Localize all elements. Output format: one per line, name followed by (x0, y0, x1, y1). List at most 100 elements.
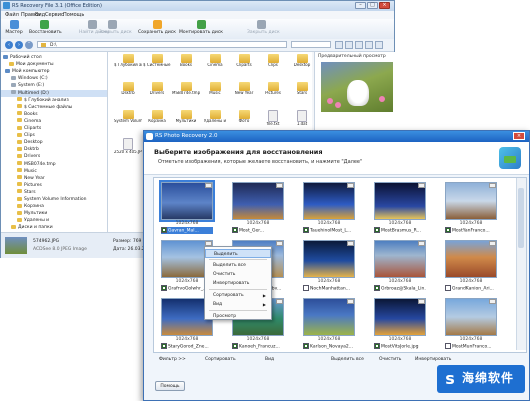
photo-checkbox[interactable] (303, 227, 309, 233)
tree-item[interactable]: Dsktrb (1, 146, 107, 153)
menu-item[interactable]: Помощь (63, 12, 84, 18)
tree-item[interactable]: Диски и папки (1, 224, 107, 231)
tree-item[interactable]: Windows (C:) (1, 75, 107, 82)
photo-cell[interactable]: 1024x768 Gavran_Mal... (157, 180, 217, 236)
tree-item[interactable]: System Volume Information (1, 196, 107, 203)
file-item[interactable]: MSB074e.tmp (172, 82, 200, 104)
photo-cell[interactable]: 1024x768 MostMunFranco... (441, 296, 501, 352)
view-filter-icon[interactable] (375, 41, 383, 49)
tree-item[interactable]: New Year (1, 175, 107, 182)
context-menu-item[interactable]: Вид ▶ (205, 300, 271, 309)
photo-name-row[interactable]: MostYanFranco... (445, 227, 497, 234)
tree-item[interactable]: Удалены и (1, 217, 107, 224)
tree-item[interactable]: Desktop (1, 139, 107, 146)
photo-checkbox[interactable] (303, 343, 309, 349)
photo-name-row[interactable]: StaryGorod_Zne... (161, 343, 213, 350)
vertical-scrollbar[interactable] (516, 178, 526, 350)
toolbar-button[interactable]: Сохранить диск (137, 20, 177, 38)
photo-name-row[interactable]: GrandKanion_Ari... (445, 285, 497, 292)
tree-item[interactable]: Multimed (D:) (1, 89, 107, 97)
photo-checkbox[interactable] (161, 285, 167, 291)
context-menu-item[interactable]: Сортировать ▶ (205, 291, 271, 300)
sort-button[interactable]: Сортировать (205, 354, 236, 366)
photo-name-row[interactable]: TauehinolMost_L... (303, 227, 355, 234)
photo-checkbox[interactable] (374, 227, 380, 233)
file-item[interactable]: 2520 x 405.JPG (114, 138, 142, 160)
photo-cell[interactable]: 1024x768 MostVitsJorle.jpg (370, 296, 430, 352)
photo-name-row[interactable]: Grbroaz@Skala_Lin... (374, 285, 426, 292)
toolbar-button[interactable]: Восстановить (29, 20, 62, 38)
photo-cell[interactable]: 1024x768 TauehinolMost_L... (299, 180, 359, 236)
tree-item[interactable]: System (E:) (1, 82, 107, 89)
title-bar[interactable]: RS Recovery File 3.1 (Office Edition) – … (1, 1, 394, 11)
photo-name-row[interactable]: MostBrasmus_R... (374, 227, 426, 234)
photo-name-row[interactable]: MostVitsJorle.jpg (374, 343, 426, 350)
photo-checkbox[interactable] (303, 285, 309, 291)
tree-item[interactable]: Pictures (1, 182, 107, 189)
file-item[interactable]: Books (172, 54, 200, 76)
toolbar-button[interactable]: Монтировать диск (177, 20, 225, 38)
menu-item[interactable]: Сервис (45, 12, 64, 18)
tree-item[interactable]: Drivers (1, 153, 107, 160)
file-item[interactable]: Desktop (288, 54, 316, 76)
photo-checkbox[interactable] (232, 227, 238, 233)
photo-name-row[interactable]: Karlson_Novaya2... (303, 343, 355, 350)
photo-cell[interactable]: 1024x768 Grbroaz@Skala_Lin... (370, 238, 430, 294)
photo-name-row[interactable]: Gavran_Mal... (161, 227, 213, 234)
tree-item[interactable]: $ Системные файлы (1, 104, 107, 111)
photo-checkbox[interactable] (161, 227, 167, 233)
photo-checkbox[interactable] (374, 285, 380, 291)
tree-item[interactable]: Stars (1, 189, 107, 196)
forward-arrow-icon[interactable]: › (15, 41, 23, 49)
tree-item[interactable]: Cinema (1, 118, 107, 125)
photo-cell[interactable]: 1024x768 GrandKanion_Ari... (441, 238, 501, 294)
photo-name-row[interactable]: Most_Ger... (232, 227, 284, 234)
clear-button[interactable]: Очистить (379, 354, 401, 366)
file-item[interactable]: Clips (259, 54, 287, 76)
photo-cell[interactable]: 1024x768 MostBrasmus_R... (370, 180, 430, 236)
menu-item[interactable]: Вид (35, 12, 45, 18)
menu-item[interactable]: Файл (5, 12, 19, 18)
tree-item[interactable]: Мои документы (1, 61, 107, 68)
context-menu-item[interactable]: Инвертировать (205, 279, 271, 288)
photo-cell[interactable]: 1024x768 NochManhattan... (299, 238, 359, 294)
back-arrow-icon[interactable]: ‹ (5, 41, 13, 49)
file-item[interactable]: Dsktrb (114, 82, 142, 104)
file-item[interactable]: Music (201, 82, 229, 104)
tree-item[interactable]: Мультики (1, 210, 107, 217)
search-input[interactable] (291, 41, 331, 48)
view-details-icon[interactable] (365, 41, 373, 49)
close-button[interactable]: × (379, 2, 390, 9)
filter-button[interactable]: Фильтр >> (159, 354, 186, 366)
tree-item[interactable]: Books (1, 111, 107, 118)
context-menu-item[interactable]: Выделить (205, 249, 271, 258)
help-button[interactable]: Помощь (155, 381, 185, 391)
photo-checkbox[interactable] (161, 343, 167, 349)
file-item[interactable]: Drivers (143, 82, 171, 104)
file-item[interactable]: New Year (230, 82, 258, 104)
scrollbar-thumb[interactable] (518, 188, 524, 248)
photo-checkbox[interactable] (445, 285, 451, 291)
photo-name-row[interactable]: NochManhattan... (303, 285, 355, 292)
tree-item[interactable]: MSB074e.tmp (1, 161, 107, 168)
title-bar[interactable]: RS Photo Recovery 2.0 × (144, 131, 529, 142)
file-item[interactable]: Pictures (259, 82, 287, 104)
toolbar-button[interactable]: Мастер (5, 20, 23, 38)
file-item[interactable]: Cliparts (230, 54, 258, 76)
search-icon[interactable] (335, 41, 343, 49)
file-item[interactable]: Stars (288, 82, 316, 104)
file-item[interactable]: Удалены и (201, 110, 229, 132)
photo-cell[interactable]: 1024x768 Karlson_Novaya2... (299, 296, 359, 352)
file-item[interactable]: $ Глубокий анализ (114, 54, 142, 76)
tree-item[interactable]: $ Глубокий анализ (1, 97, 107, 104)
tree-item[interactable]: Мой компьютер (1, 68, 107, 75)
context-menu-item[interactable]: Просмотр (205, 312, 271, 321)
folder-tree[interactable]: Рабочий стол Мои документы Мой компьютер Wi… (1, 52, 108, 232)
context-menu-item[interactable]: Очистить (205, 270, 271, 279)
select-all-button[interactable]: Выделить все (331, 354, 364, 366)
close-button[interactable]: × (513, 132, 525, 140)
photo-checkbox[interactable] (374, 343, 380, 349)
tree-item[interactable]: Clips (1, 132, 107, 139)
tree-item[interactable]: Корзина (1, 203, 107, 210)
photo-checkbox[interactable] (445, 343, 451, 349)
